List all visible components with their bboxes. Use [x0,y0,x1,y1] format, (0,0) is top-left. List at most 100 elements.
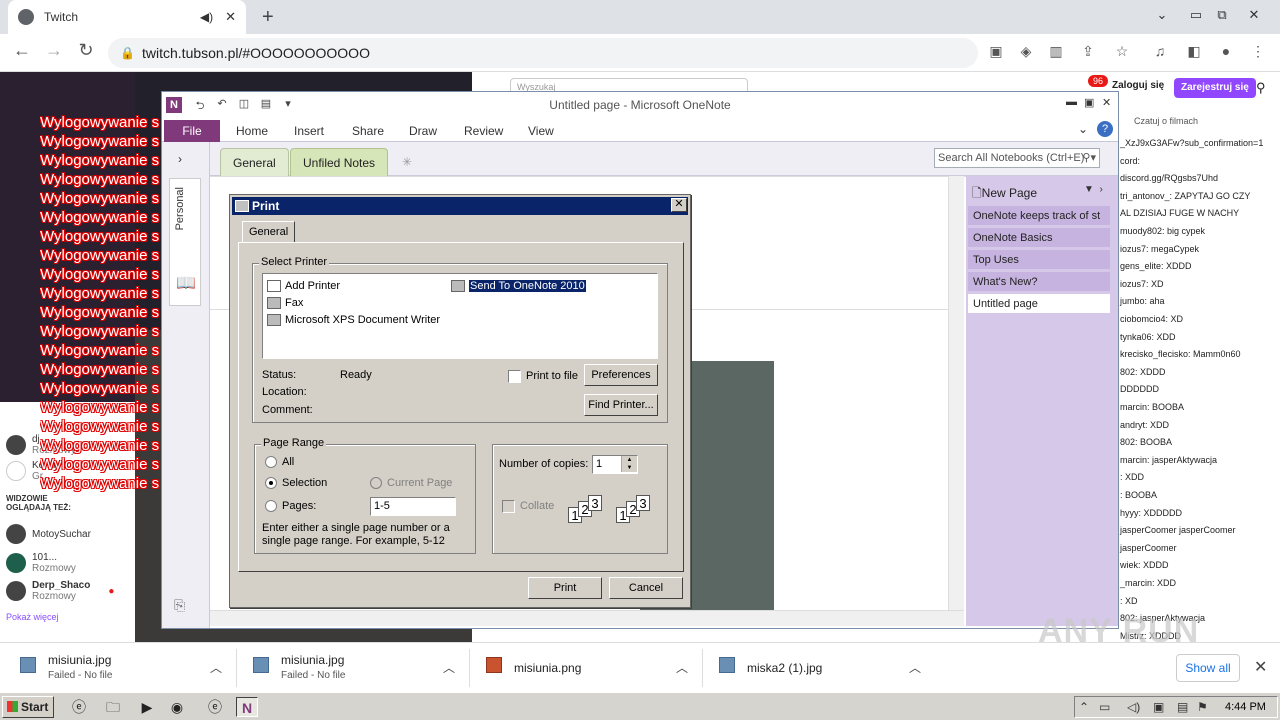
minimize-button[interactable]: ▬ [1066,96,1077,108]
explorer-icon[interactable]: 🗀 [102,697,124,717]
help-icon[interactable]: ? [1097,121,1113,137]
copies-spinner[interactable]: ▲ ▼ [621,456,637,472]
channel-item[interactable]: MotoySuchar [6,524,91,544]
printer-item[interactable]: Add Printer [267,280,340,292]
register-button[interactable]: Zarejestruj się [1174,78,1256,98]
maximize-button[interactable]: ▣ [1084,96,1094,109]
range-current-radio[interactable] [370,477,382,489]
edge-icon[interactable]: ⓔ [204,697,226,717]
speaker-icon[interactable]: ◀) [200,10,213,24]
unfiled-notes-icon[interactable]: ⎘ [174,597,185,614]
profile-icon[interactable]: ● [1216,43,1236,63]
tab-home[interactable]: Home [236,124,268,138]
sidepanel-icon[interactable]: ◧ [1184,43,1204,63]
close-tab-icon[interactable]: ✕ [225,9,236,25]
chrome-icon[interactable]: ◉ [166,697,188,717]
extension-icon[interactable]: ◈ [1016,43,1036,63]
login-button[interactable]: Zaloguj się [1112,80,1164,91]
show-more-link[interactable]: Pokaż więcej [6,612,59,622]
reader-icon[interactable]: ▥ [1046,43,1066,63]
menu-icon[interactable]: ⋮ [1248,43,1268,63]
restore-button[interactable]: ⧉ [1208,0,1236,34]
close-downloads-icon[interactable]: ✕ [1254,657,1267,677]
onenote-taskbar-icon[interactable]: N [236,697,258,717]
ribbon-minimize-icon[interactable]: ⌄ [1078,122,1088,136]
expand-notebooks-icon[interactable]: › [178,152,182,166]
action-center-icon[interactable]: ▤ [1177,700,1188,714]
tab-draw[interactable]: Draw [409,124,437,138]
new-section-icon[interactable]: ✳ [390,148,424,176]
minimize-button[interactable]: ▭ [1182,0,1210,34]
section-tab-unfiled[interactable]: Unfiled Notes [290,148,389,176]
preferences-button[interactable]: Preferences [584,364,658,386]
section-tab-general[interactable]: General [220,148,289,176]
pages-input[interactable]: 1-5 [370,497,456,516]
close-window-button[interactable]: ✕ [1240,0,1268,34]
download-item[interactable]: miska2 (1).jpg ︿ [719,651,947,685]
print-close-button[interactable]: ✕ [671,198,687,212]
forward-button[interactable]: → [42,40,66,61]
printer-list[interactable]: Add Printer Fax Microsoft XPS Document W… [262,273,658,359]
network-icon[interactable]: ▭ [1099,700,1110,714]
chat-message: ciobomcio4: XD [1120,314,1184,324]
show-all-button[interactable]: Show all [1176,654,1240,682]
page-item[interactable]: OneNote Basics [968,228,1110,248]
chevron-up-icon[interactable]: ︿ [676,659,688,676]
tab-view[interactable]: View [528,124,554,138]
tab-file[interactable]: File [164,120,220,142]
collate-checkbox[interactable] [502,500,515,513]
tray-expand-icon[interactable]: ⌃ [1079,700,1089,714]
address-bar[interactable]: 🔒 twitch.tubson.pl/#OOOOOOOOOOO [108,38,978,68]
reload-button[interactable]: ↻ [74,40,98,61]
ie-icon[interactable]: ⓔ [68,697,90,717]
download-item[interactable]: misiunia.jpg Failed - No file ︿ [253,651,481,685]
media-icon[interactable]: ♫ [1150,43,1170,63]
range-pages-radio[interactable] [265,500,277,512]
back-button[interactable]: ← [10,40,34,61]
range-selection-radio[interactable] [265,477,277,489]
tab-share[interactable]: Share [352,124,384,138]
cancel-button[interactable]: Cancel [609,577,683,599]
chevron-up-icon[interactable]: ︿ [443,659,455,676]
browser-tab[interactable]: Twitch ◀) ✕ [8,0,246,34]
print-button[interactable]: Print [528,577,602,599]
printer-item-selected[interactable]: Send To OneNote 2010 [451,280,586,292]
tab-review[interactable]: Review [464,124,503,138]
flag-icon[interactable]: ⚑ [1197,700,1208,714]
search-icon[interactable]: ⚲▾ [1082,151,1096,164]
chevron-up-icon[interactable]: ︿ [210,659,222,676]
find-printer-button[interactable]: Find Printer... [584,394,658,416]
printer-item[interactable]: Fax [267,297,303,309]
vertical-scrollbar[interactable] [948,176,964,610]
tab-general[interactable]: General [242,221,296,243]
page-item[interactable]: Top Uses [968,250,1110,270]
display-icon[interactable]: ▣ [1153,700,1164,714]
popup-blocked-icon[interactable]: ▣ [986,43,1006,63]
tab-insert[interactable]: Insert [294,124,324,138]
download-item[interactable]: misiunia.png ︿ [486,651,714,685]
new-page-button[interactable]: 🗋New Page [972,184,1037,205]
user-icon[interactable]: ⚲ [1256,80,1266,96]
print-to-file-checkbox[interactable] [508,370,521,383]
bookmark-star-icon[interactable]: ☆ [1112,43,1132,63]
horizontal-scrollbar[interactable] [210,610,964,626]
range-all-radio[interactable] [265,456,277,468]
download-item[interactable]: misiunia.jpg Failed - No file ︿ [20,651,248,685]
page-item[interactable]: OneNote keeps track of st [968,206,1110,226]
new-page-dropdown-icon[interactable]: ▼ › [1084,184,1103,195]
volume-icon[interactable]: ◁) [1127,700,1140,714]
channel-item[interactable]: Derp_Shaco Rozmowy ● [6,580,114,602]
tab-search-icon[interactable]: ⌄ [1148,0,1176,34]
start-button[interactable]: Start [2,696,54,718]
media-player-icon[interactable]: ▶ [136,697,158,717]
printer-item[interactable]: Microsoft XPS Document Writer [267,314,440,326]
close-button[interactable]: ✕ [1102,96,1111,109]
page-item[interactable]: What's New? [968,272,1110,292]
notebook-personal[interactable]: Personal 📖 [169,178,201,306]
chevron-up-icon[interactable]: ︿ [909,659,921,676]
share-icon[interactable]: ⇪ [1078,43,1098,63]
notebook-search-input[interactable]: Search All Notebooks (Ctrl+E) ⚲▾ [934,148,1100,168]
new-tab-button[interactable]: + [262,6,274,29]
channel-item[interactable]: 101... Rozmowy [6,552,76,574]
page-item-active[interactable]: Untitled page [968,294,1110,314]
